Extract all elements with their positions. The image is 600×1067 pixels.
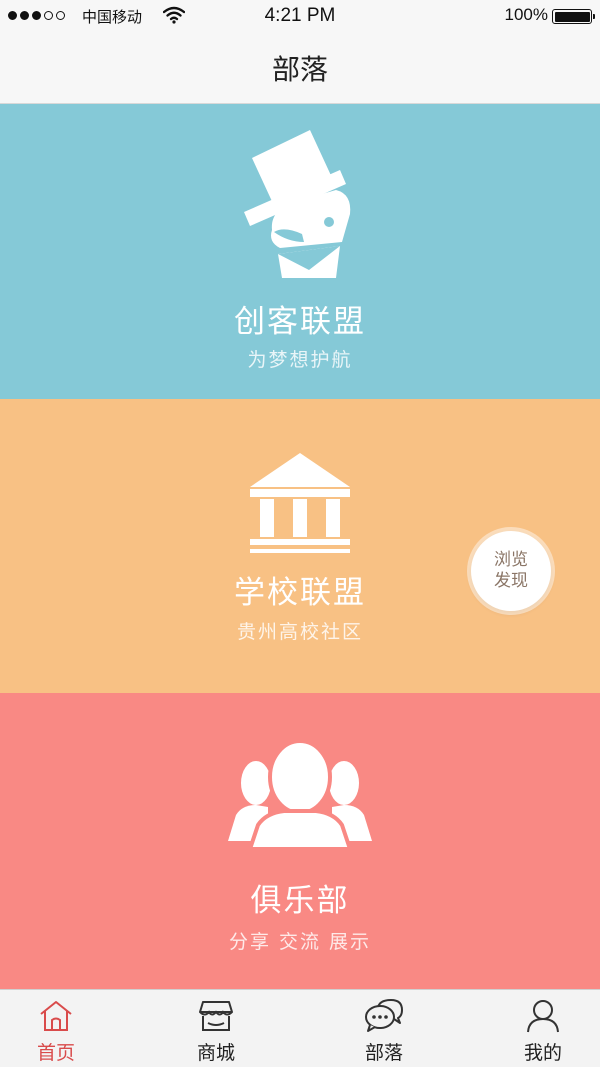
browse-discover-button[interactable]: 浏览 发现	[471, 531, 551, 611]
panel-subtitle: 分享 交流 展示	[228, 931, 372, 953]
navigation-bar: 部落	[0, 30, 600, 104]
status-bar: 中国移动 4:21 PM 100%	[0, 0, 600, 30]
bottom-tab-bar: 首页 商城 部落 我的	[0, 989, 600, 1067]
maker-alliance-card[interactable]: 创客联盟 为梦想护航	[0, 104, 600, 399]
battery-icon	[552, 9, 595, 24]
top-hat-mascot-icon	[244, 130, 351, 278]
bubble-line-1: 浏览	[494, 550, 528, 570]
bubble-line-2: 发现	[494, 571, 528, 591]
tab-tribe[interactable]: 部落	[334, 990, 434, 1067]
tab-label: 首页	[36, 1042, 75, 1064]
tab-label: 商城	[196, 1042, 235, 1064]
tab-home[interactable]: 首页	[6, 990, 106, 1067]
user-icon	[527, 1000, 559, 1033]
club-card[interactable]: 俱乐部 分享 交流 展示	[0, 693, 600, 989]
panel-subtitle: 为梦想护航	[247, 349, 353, 371]
tab-label: 我的	[523, 1042, 562, 1064]
panel-title: 俱乐部	[250, 883, 350, 919]
chat-bubbles-icon	[365, 999, 403, 1032]
tab-store[interactable]: 商城	[166, 990, 266, 1067]
page-title: 部落	[271, 53, 328, 86]
group-people-icon	[228, 741, 372, 851]
panel-title: 创客联盟	[234, 304, 366, 340]
store-icon	[199, 1001, 233, 1031]
tab-label: 部落	[364, 1042, 403, 1064]
battery-percentage: 100%	[504, 5, 548, 24]
panel-subtitle: 贵州高校社区	[236, 621, 363, 643]
home-icon	[40, 1001, 72, 1031]
institution-building-icon	[250, 453, 350, 553]
tab-mine[interactable]: 我的	[493, 990, 593, 1067]
